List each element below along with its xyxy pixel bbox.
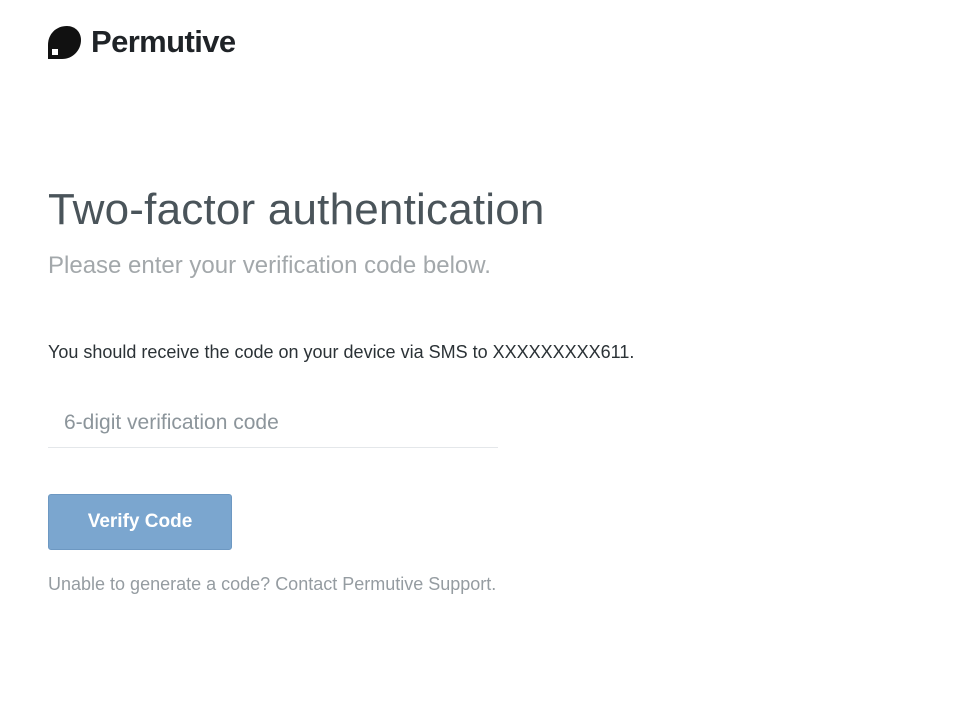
verification-code-input[interactable] <box>48 398 498 448</box>
brand-name: Permutive <box>91 24 236 59</box>
permutive-logo-icon <box>48 25 81 59</box>
brand-header: Permutive <box>48 25 236 59</box>
help-prefix: Unable to generate a code? <box>48 574 271 594</box>
two-factor-page: Permutive Two-factor authentication Plea… <box>0 0 966 726</box>
sms-delivery-note: You should receive the code on your devi… <box>48 342 635 362</box>
page-subtitle: Please enter your verification code belo… <box>48 252 491 279</box>
contact-support-link[interactable]: Contact Permutive Support. <box>275 574 496 594</box>
verify-code-button[interactable]: Verify Code <box>48 494 232 550</box>
page-title: Two-factor authentication <box>48 185 545 234</box>
help-text: Unable to generate a code? Contact Permu… <box>48 573 496 595</box>
